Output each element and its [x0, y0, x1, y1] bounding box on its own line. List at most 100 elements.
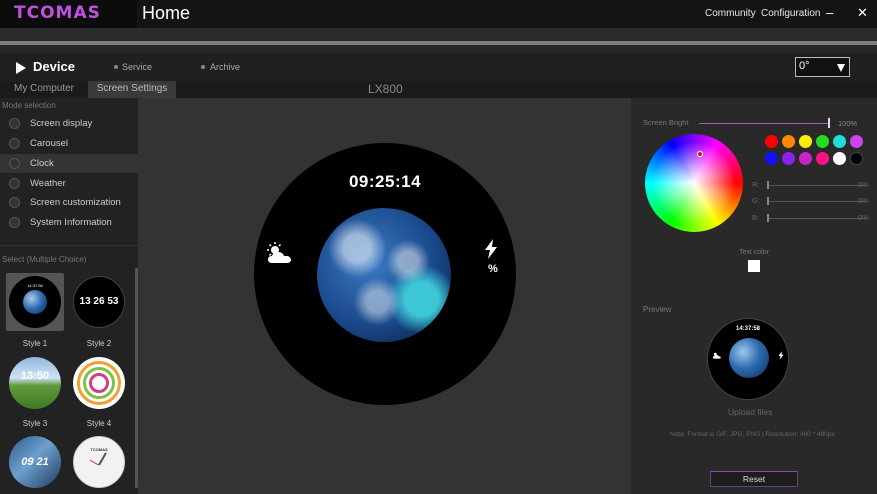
lightning-icon [485, 239, 497, 259]
style-thumb: 09 21 [9, 436, 61, 488]
mode-item-screen-display[interactable]: Screen display [0, 114, 138, 133]
minimize-button[interactable]: – [826, 5, 833, 20]
play-icon [16, 62, 26, 74]
header-band [0, 28, 877, 41]
tab-screen-settings[interactable]: Screen Settings [88, 81, 176, 98]
r-slider-handle[interactable] [767, 181, 769, 189]
style-card-1[interactable]: 14:37:58 [6, 273, 64, 331]
color-swatch-green[interactable] [816, 135, 829, 148]
style-label: Style 2 [86, 339, 112, 348]
weather-icon [9, 178, 20, 189]
g-slider[interactable] [768, 201, 866, 202]
ring-pink [89, 373, 109, 393]
format-note: Note: Format is GIF, JPG, PNG | Resoluti… [670, 431, 835, 438]
b-slider-handle[interactable] [767, 214, 769, 222]
color-swatch-black[interactable] [850, 152, 863, 165]
sidebar: Mode selection Screen display Carousel C… [0, 98, 138, 494]
page-title: Home [142, 3, 191, 23]
rotation-value: 0° [799, 60, 810, 72]
mode-label: Weather [30, 178, 66, 189]
style-card-3[interactable]: 13:50 [6, 354, 64, 412]
g-slider-handle[interactable] [767, 197, 769, 205]
color-swatch-purple[interactable] [850, 135, 863, 148]
color-picker-handle[interactable] [697, 151, 703, 157]
rotation-select[interactable]: 0° [795, 57, 850, 77]
reset-button[interactable]: Reset [710, 471, 798, 487]
color-swatch-red[interactable] [765, 135, 778, 148]
preview-earth-image [729, 338, 769, 378]
select-label: Select (Multiple Choice) [2, 255, 87, 264]
preview-label: Preview [643, 305, 672, 314]
mode-label: Carousel [30, 138, 69, 149]
watch-canvas: 09:25:14 % [138, 98, 631, 494]
color-swatch-white[interactable] [833, 152, 846, 165]
b-label: B: [752, 213, 760, 222]
mode-item-screen-customization[interactable]: Screen customization [0, 193, 138, 212]
device-nav-item[interactable]: Device [33, 59, 75, 74]
divider [0, 245, 138, 246]
mode-label: Screen display [30, 118, 93, 129]
bullet-icon [201, 65, 205, 69]
mode-label: Clock [30, 158, 54, 169]
brightness-slider-handle[interactable] [828, 118, 830, 128]
style-thumb: TCOMAS [73, 436, 125, 488]
title-bar: TCOMAS Home Community Configuration – ✕ [0, 0, 877, 28]
color-swatch-blue[interactable] [765, 152, 778, 165]
color-swatch-pink[interactable] [816, 152, 829, 165]
clock-hand [89, 459, 99, 466]
brightness-slider[interactable] [699, 123, 829, 124]
mode-item-clock[interactable]: Clock [0, 154, 138, 173]
thumb-time: 14:37:58 [27, 283, 43, 288]
configuration-link[interactable]: Configuration [761, 8, 820, 19]
color-swatch-yellow[interactable] [799, 135, 812, 148]
watch-time: 09:25:14 [348, 172, 422, 191]
color-wheel[interactable] [645, 134, 743, 232]
weather-sun-cloud-icon [267, 242, 291, 263]
b-value: 0% [858, 213, 869, 222]
r-label: R: [752, 180, 760, 189]
style-card-2[interactable]: 13 26 53 [70, 273, 128, 331]
device-name: LX800 [368, 82, 403, 96]
mode-label: System Information [30, 217, 112, 228]
earth-image [23, 290, 47, 314]
close-button[interactable]: ✕ [857, 5, 868, 21]
mode-item-weather[interactable]: Weather [0, 174, 138, 193]
logo-box: TCOMAS [0, 0, 137, 28]
color-swatch-cyan[interactable] [833, 135, 846, 148]
mode-item-carousel[interactable]: Carousel [0, 134, 138, 153]
color-swatch-magenta[interactable] [799, 152, 812, 165]
watch-face: 09:25:14 % [254, 143, 516, 405]
clock-hand [98, 452, 107, 466]
b-slider[interactable] [768, 218, 866, 219]
style-label: Style 1 [22, 339, 48, 348]
r-value: 0% [858, 180, 869, 189]
color-swatch-violet[interactable] [782, 152, 795, 165]
service-nav-item[interactable]: Service [122, 62, 152, 72]
g-value: 0% [858, 196, 869, 205]
brightness-value: 100% [838, 119, 858, 128]
device-bar: Device Service Archive 0° [0, 53, 877, 81]
style-thumb: 13:50 [9, 357, 61, 409]
thumb-brand: TCOMAS [90, 447, 108, 452]
style-card-5[interactable]: 09 21 [6, 433, 64, 491]
upload-files-button[interactable]: Upload files [728, 407, 772, 417]
style-card-4[interactable] [70, 354, 128, 412]
style-label: Style 3 [22, 419, 48, 428]
preview-watch: 14:37:58 [707, 318, 789, 400]
style-card-6[interactable]: TCOMAS [70, 433, 128, 491]
thumb-time: 13 26 53 [79, 296, 119, 307]
bullet-icon [114, 65, 118, 69]
tab-my-computer[interactable]: My Computer [0, 81, 88, 98]
text-color-swatch[interactable] [748, 260, 760, 272]
r-slider[interactable] [768, 185, 866, 186]
header-band-lower [0, 45, 877, 53]
community-link[interactable]: Community [705, 8, 756, 19]
settings-panel: Screen Bright 100% R: 0% G: 0% B: 0% Tex… [631, 98, 877, 494]
thumb-time: 13:50 [20, 370, 50, 382]
mode-item-system-information[interactable]: System Information [0, 213, 138, 232]
style-thumb [73, 357, 125, 409]
clock-icon [9, 158, 20, 169]
display-icon [9, 118, 20, 129]
color-swatch-orange[interactable] [782, 135, 795, 148]
archive-nav-item[interactable]: Archive [210, 62, 240, 72]
